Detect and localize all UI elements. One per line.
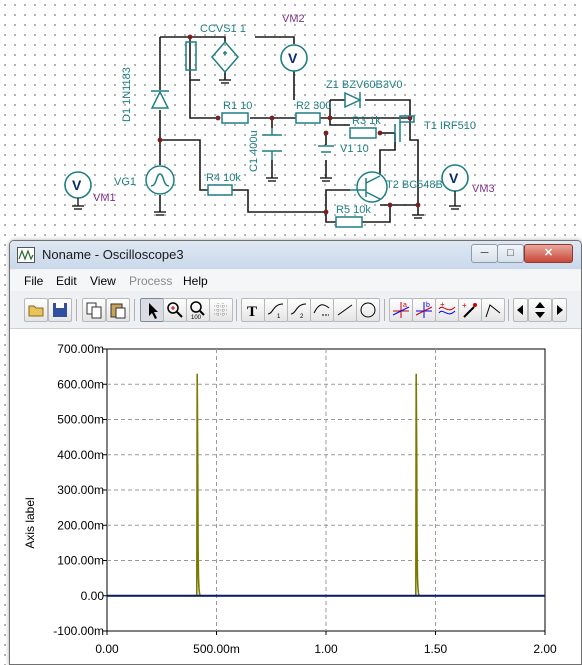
voltmeter-vm2[interactable]: V [280,44,308,72]
cursor-a-icon[interactable]: a [389,298,413,322]
toolbar-separator [508,299,509,321]
svg-text:V: V [288,50,298,66]
multi-curve-icon[interactable]: + [435,298,459,322]
x-tick-label: 1.50 [424,642,448,656]
close-button[interactable]: ✕ [524,244,573,263]
svg-text:b: b [426,302,430,309]
y-tick-label: 500.00m [57,413,104,427]
grid-icon[interactable] [209,298,233,322]
x-tick-labels: 0.00 500.00m 1.00 1.50 2.00 [95,642,557,656]
vm3-label: VM3 [472,183,495,195]
grid [103,348,546,635]
oscilloscope-app-icon [17,247,35,263]
menu-view[interactable]: View [90,274,116,288]
menu-file[interactable]: File [24,274,43,288]
probe-icon[interactable]: + [458,298,482,322]
svg-text:2: 2 [300,314,304,320]
menu-help[interactable]: Help [183,274,208,288]
circuit-schematic[interactable]: V V V CCVS1 1 VM2 Z1 BZV60B3V0 D1 1N1183… [0,0,582,240]
y-tick-label: 400.00m [57,448,104,462]
ccvs1-label: CCVS1 1 [200,23,246,35]
menu-edit[interactable]: Edit [56,274,77,288]
toolbar-separator [134,299,135,321]
v1-label: V1 10 [340,143,369,155]
paste-icon[interactable] [106,298,130,322]
line-icon[interactable] [333,298,357,322]
open-icon[interactable] [24,298,48,322]
minimize-button[interactable]: ─ [471,244,498,263]
vm1-label: VM1 [93,192,116,204]
svg-text:+: + [462,301,467,310]
svg-text:+: + [440,300,445,309]
y-tick-label: -100.00m [53,624,104,638]
x-tick-label: 0.00 [95,642,119,656]
svg-text:a: a [403,302,407,309]
y-tick-label: 0.00 [81,589,105,603]
vg1-label: VG1 [114,176,136,188]
toolbar-separator [384,299,385,321]
zoom-in-icon[interactable] [163,298,187,322]
cursor-b-icon[interactable]: b [412,298,436,322]
y-tick-label: 300.00m [57,483,104,497]
copy-icon[interactable] [82,298,106,322]
svg-text:V: V [72,177,82,193]
x-tick-label: 500.00m [193,642,240,656]
components [145,40,415,228]
svg-text:100: 100 [191,315,202,321]
r5-label: R5 10k [336,204,371,216]
y-tick-label: 600.00m [57,377,104,391]
svg-text:1: 1 [277,314,281,320]
plot-area[interactable]: 700.00m 600.00m 500.00m 400.00m 300.00m 200.0… [10,329,581,664]
t2-label: T2 BC548B [386,179,443,191]
r3-label: R3 1k [352,115,381,127]
curve-fit-icon[interactable] [310,298,334,322]
oscilloscope-window[interactable]: Noname - Oscilloscope3 ─ □ ✕ File Edit V… [9,240,582,665]
y-tick-label: 200.00m [57,518,104,532]
y-tick-label: 100.00m [57,554,104,568]
marker-icon[interactable] [481,298,505,322]
svg-text:T: T [247,304,257,320]
r2-label: R2 300 [296,100,331,112]
waveform-chart[interactable]: 700.00m 600.00m 500.00m 400.00m 300.00m 200.0… [10,329,581,664]
voltmeter-vm3[interactable]: V [441,164,469,206]
svg-text:V: V [449,170,459,186]
curve-label-icon[interactable]: 1 [264,298,288,322]
t1-label: T1 IRF510 [424,120,476,132]
toolbar: 100 T 1 2 a b + + [10,292,581,329]
vm2-label: VM2 [282,13,305,25]
toolbar-separator [236,299,237,321]
y-tick-label: 700.00m [57,342,104,356]
x-tick-label: 2.00 [533,642,557,656]
x-tick-label: 1.00 [314,642,338,656]
pointer-icon[interactable] [140,298,164,322]
curve-label2-icon[interactable]: 2 [287,298,311,322]
scroll-left-icon[interactable] [513,298,528,322]
toolbar-separator [76,299,77,321]
d1-label: D1 1N1183 [121,67,133,122]
text-icon[interactable]: T [241,298,265,322]
window-title: Noname - Oscilloscope3 [42,247,184,262]
y-tick-labels: 700.00m 600.00m 500.00m 400.00m 300.00m 200.0… [53,342,104,638]
maximize-button[interactable]: □ [497,244,524,263]
r1-label: R1 10 [223,100,252,112]
save-icon[interactable] [48,298,72,322]
c1-label: C1 400u [248,130,260,172]
scroll-updown-icon[interactable] [528,298,552,322]
voltmeter-vm1[interactable]: V [64,171,92,206]
z1-label: Z1 BZV60B3V0 [326,79,402,91]
r4-label: R4 10k [206,172,241,184]
menu-bar: File Edit View Process Help [10,270,581,291]
zoom-100-icon[interactable]: 100 [186,298,210,322]
menu-process[interactable]: Process [129,274,172,288]
scroll-right-icon[interactable] [552,298,567,322]
title-bar[interactable]: Noname - Oscilloscope3 ─ □ ✕ [10,241,581,269]
ellipse-icon[interactable] [356,298,380,322]
y-axis-label: Axis label [23,497,37,548]
